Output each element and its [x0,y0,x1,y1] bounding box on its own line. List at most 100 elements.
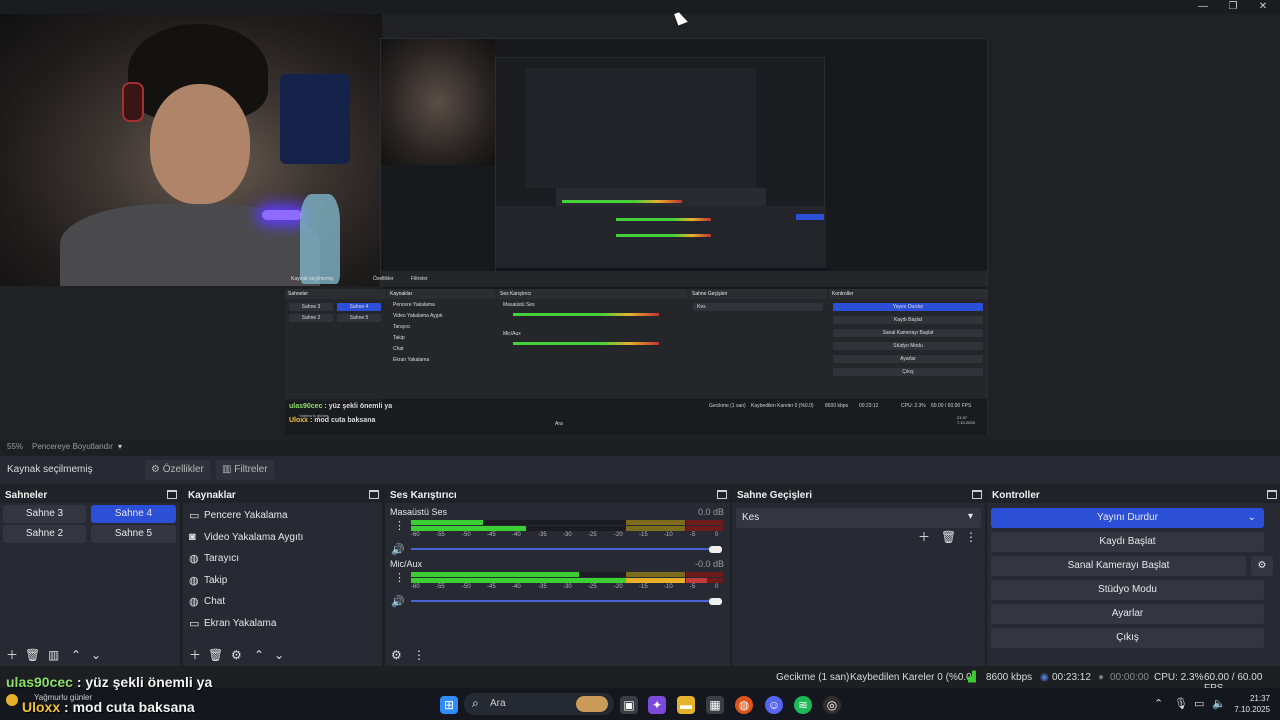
kebab-menu-icon[interactable]: ⋮ [394,571,405,584]
volume-slider-knob[interactable] [709,546,722,553]
nested-transition: Kes [693,303,823,311]
nested-stop-button [796,214,824,220]
audio-mixer-dock: Ses Karıştırıcı Masaüstü Ses 0.0 dB ⋮ -60 -5… [385,487,730,666]
headset-icon [122,82,144,122]
channel-db: -0.0 dB [694,559,724,569]
trash-icon[interactable]: 🗑 [25,649,40,661]
advanced-audio-icon[interactable]: ⚙ [391,649,402,661]
maximize-button[interactable]: ❐ [1218,0,1248,14]
figurine [300,194,340,284]
level-meter [411,526,723,531]
tick-label: -15 [639,532,648,538]
preview-zoom-bar: 55% Pencereye Boyutlandır ▾ [0,440,1280,454]
windows-start-icon[interactable]: ⊞ [440,696,458,714]
volume-slider[interactable] [411,548,715,550]
kebab-menu-icon[interactable]: ⋮ [965,531,977,543]
taskbar-search[interactable]: ⌕ Ara [464,693,614,715]
trash-icon[interactable]: 🗑 [208,649,223,661]
tick-label: -40 [512,532,521,538]
speaker-icon[interactable]: 🔊 [391,543,405,556]
nested-control: Çıkış [833,368,983,376]
settings-button[interactable]: Ayarlar [991,604,1264,624]
scenes-dock: Sahneler Sahne 3 Sahne 4 Sahne 2 Sahne 5… [0,487,180,666]
chevron-down-icon: ▾ [967,511,973,522]
network-icon[interactable]: ▭ [1194,697,1204,710]
discord-icon[interactable]: ☺ [765,696,783,714]
firefox-icon[interactable]: ◍ [735,696,753,714]
close-button[interactable]: ✕ [1248,0,1278,14]
meter-yellow [626,526,685,531]
chevron-up-icon[interactable]: ⌃ [71,649,81,661]
tick-label: -50 [462,584,471,590]
filters-label: Filtreler [234,464,268,475]
weather-icon [6,694,18,706]
channel-db: 0.0 dB [697,507,724,517]
tray-chevron-up-icon[interactable]: ⌃ [1154,697,1163,710]
task-view-icon[interactable]: ▣ [620,696,638,714]
volume-slider[interactable] [411,600,715,602]
nested-docks: Sahneler Sahne 3 Sahne 4 Sahne 2 Sahne 5… [285,289,987,399]
studio-mode-button[interactable]: Stüdyo Modu [991,580,1264,600]
meter-yellow [626,572,685,577]
scene-item[interactable]: Sahne 5 [91,525,176,543]
float-dock-icon[interactable] [1267,490,1277,499]
volume-icon[interactable]: 🔈 [1212,697,1226,710]
tick-label: -15 [639,584,648,590]
controls-title: Kontroller [992,490,1040,501]
search-icon: ⌕ [472,696,479,710]
chevron-down-icon[interactable]: ▾ [118,442,122,451]
level-meter [411,572,723,577]
kebab-menu-icon[interactable]: ⋮ [413,649,425,661]
meter-green [411,572,579,577]
stop-stream-button[interactable]: Yayını Durdur ⌄ [991,508,1264,528]
add-icon[interactable]: ＋ [918,531,930,543]
microphone-icon[interactable]: 🎙 [1174,697,1188,710]
filters-button[interactable]: ▥ Filtreler [216,460,274,480]
kebab-menu-icon[interactable]: ⋮ [394,519,405,532]
transitions-title: Sahne Geçişleri [737,490,813,501]
spotify-icon[interactable]: ≋ [794,696,812,714]
virtual-camera-button[interactable]: Sanal Kamerayı Başlat [991,556,1246,576]
scene-item[interactable]: Sahne 4 [91,505,176,523]
start-record-button[interactable]: Kaydı Başlat [991,532,1264,552]
volume-slider-knob[interactable] [709,598,722,605]
chevron-down-icon[interactable]: ⌄ [91,649,101,661]
trash-icon[interactable]: 🗑 [941,531,956,543]
source-label: Video Yakalama Aygıtı [204,531,304,543]
transition-select[interactable]: Kes ▾ [736,508,981,528]
speaker-icon[interactable]: 🔊 [391,595,405,608]
add-icon[interactable]: ＋ [6,649,18,661]
preview-canvas[interactable]: Kaynak seçilmemiş Özellikler Filtreler S… [0,14,1280,440]
meter-yellow [626,578,685,583]
scene-item[interactable]: Sahne 2 [3,525,86,543]
chevron-down-icon[interactable]: ⌄ [1248,508,1256,528]
sources-title: Kaynaklar [188,490,236,501]
exit-button[interactable]: Çıkış [991,628,1264,648]
zoom-mode[interactable]: Pencereye Boyutlandır [32,442,113,451]
taskbar-clock[interactable]: 21:37 7.10.2025 [1234,693,1270,715]
chevron-down-icon[interactable]: ⌄ [274,649,284,661]
chevron-up-icon[interactable]: ⌃ [254,649,264,661]
store-icon[interactable]: ▦ [706,696,724,714]
float-dock-icon[interactable] [717,490,727,499]
nested-scene: Sahne 3 [289,303,333,311]
obs-icon[interactable]: ◎ [823,696,841,714]
camera-icon: ◙ [189,530,196,543]
copilot-icon[interactable]: ✦ [648,696,666,714]
channel-name: Masaüstü Ses [390,507,448,517]
properties-button[interactable]: ⚙ Özellikler [145,460,210,480]
dropped-frames-status: Kaybedilen Kareler 0 (%0.0) [850,672,976,683]
chat-message: : mod cuta baksana [60,699,195,715]
add-icon[interactable]: ＋ [189,649,201,661]
gear-icon[interactable]: ⚙ [231,649,242,661]
minimize-button[interactable]: — [1188,0,1218,14]
float-dock-icon[interactable] [972,490,982,499]
gear-icon[interactable]: ⚙ [1251,556,1273,576]
filter-icon: ▥ [222,464,232,475]
filter-icon[interactable]: ▥ [48,649,59,661]
float-dock-icon[interactable] [369,490,379,499]
properties-label: Özellikler [162,464,204,475]
float-dock-icon[interactable] [167,490,177,499]
scene-item[interactable]: Sahne 3 [3,505,86,523]
file-explorer-icon[interactable]: ▬ [677,696,695,714]
